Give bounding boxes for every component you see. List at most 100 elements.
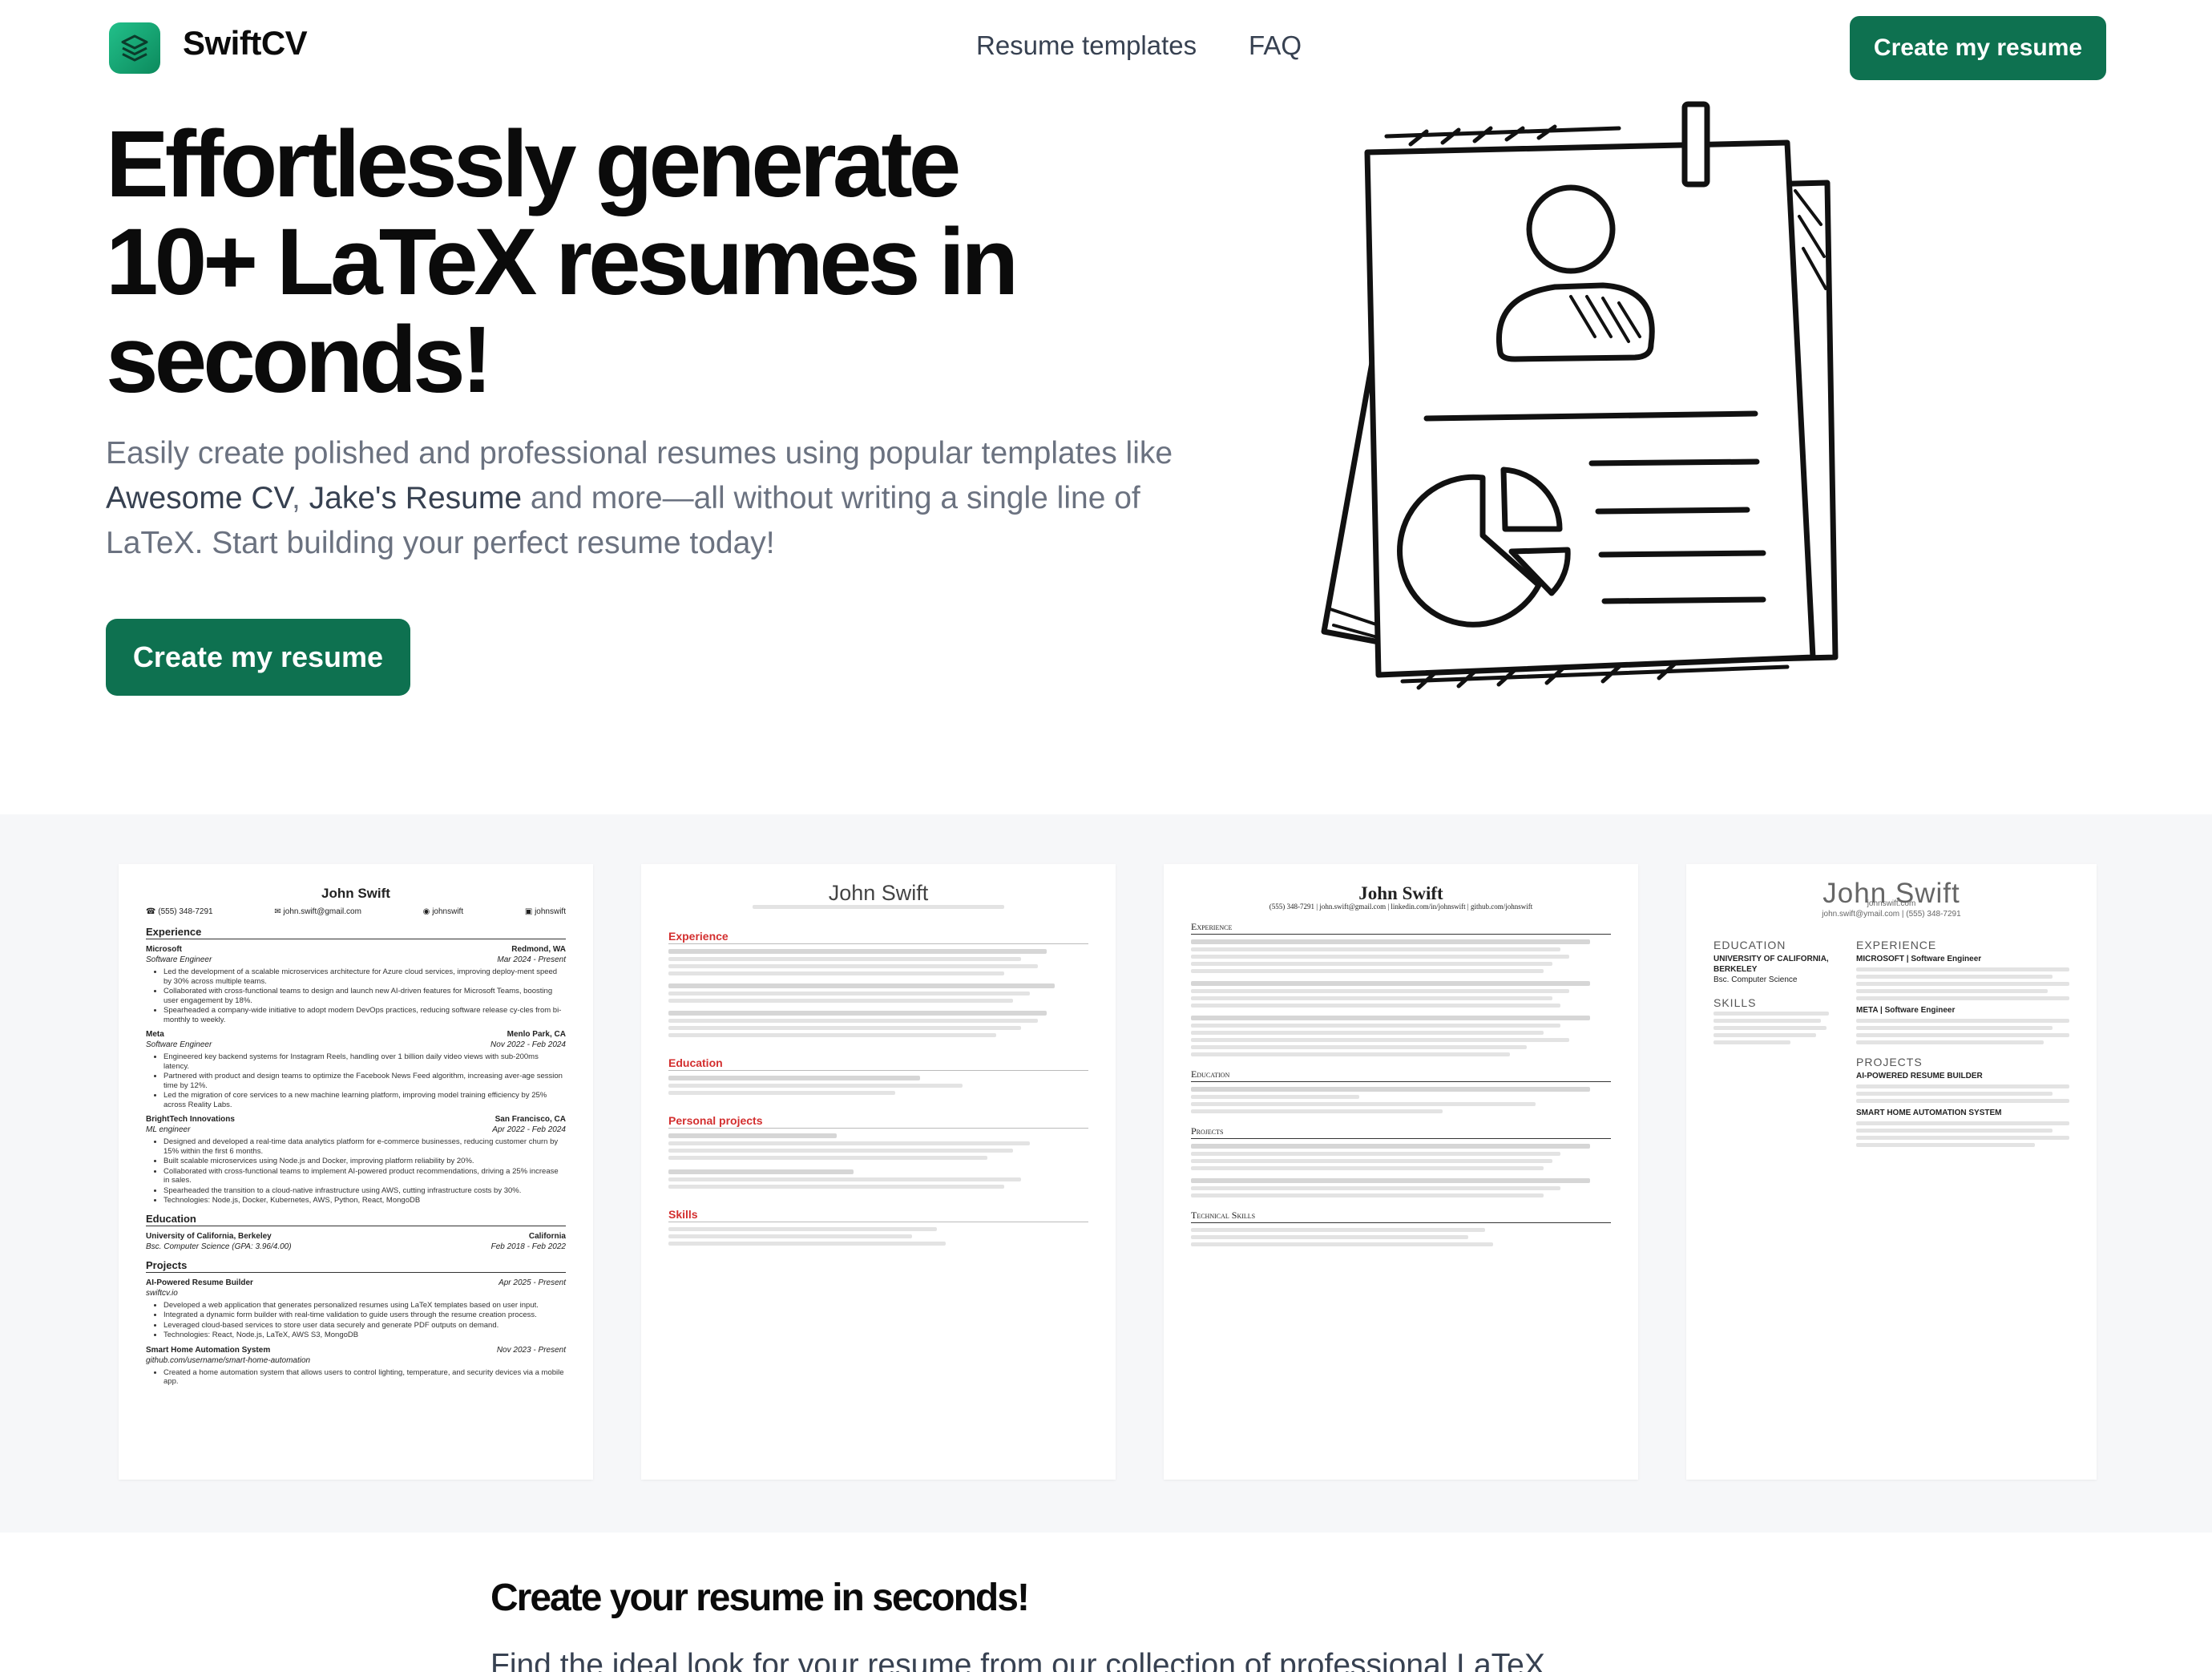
- text-placeholder: [1191, 996, 1552, 1000]
- text-line: [1588, 458, 1760, 466]
- job-bullets: Led the development of a scalable micros…: [163, 967, 566, 1024]
- template-card-classic[interactable]: John Swift (555) 348-7291 | john.swift@g…: [1164, 864, 1638, 1480]
- hero-title-line: 10+ LaTeX resumes in: [106, 209, 1019, 315]
- text-placeholder: [1191, 1159, 1552, 1163]
- text-placeholder: [1856, 1040, 2044, 1044]
- section-subtitle: Find the ideal look for your resume from…: [490, 1648, 1545, 1672]
- company-name: BrightTech Innovations: [146, 1115, 235, 1124]
- text-placeholder: [668, 1242, 946, 1246]
- text-placeholder: [1856, 1099, 2069, 1103]
- text-placeholder: [1191, 989, 1569, 993]
- resume-section-heading: Experience: [668, 931, 1088, 944]
- school-name: UNIVERSITY OF CALIFORNIA, BERKELEY: [1713, 955, 1829, 974]
- resume-contact-line: johnswift.com: [1867, 899, 1916, 908]
- resume-section-heading: Projects: [146, 1260, 566, 1273]
- hero-subtitle: Easily create polished and professional …: [106, 431, 1220, 566]
- text-placeholder: [1856, 1084, 2069, 1088]
- text-placeholder: [1191, 981, 1590, 986]
- job-company: Microsoft Redmond, WA: [146, 944, 566, 955]
- nav-link-resume-templates[interactable]: Resume templates: [976, 30, 1197, 61]
- job-bullets: Engineered key backend systems for Insta…: [163, 1052, 566, 1109]
- text-placeholder: [668, 1084, 963, 1088]
- text-placeholder: [1856, 1026, 2053, 1030]
- resume-section-heading: Personal projects: [668, 1115, 1088, 1129]
- job-location: Menlo Park, CA: [507, 1030, 566, 1039]
- text-placeholder: [1856, 1019, 2069, 1023]
- resume-section-heading: Education: [668, 1056, 1088, 1071]
- text-placeholder: [668, 971, 1005, 975]
- degree: Bsc. Computer Science (GPA: 3.96/4.00): [146, 1242, 292, 1251]
- text-placeholder: [1191, 1024, 1561, 1028]
- github-contact: ◉ johnswift: [422, 907, 464, 916]
- job-bullet: Designed and developed a real-time data …: [163, 1137, 566, 1156]
- text-placeholder: [1191, 1144, 1590, 1149]
- resume-name: John Swift: [1822, 878, 1960, 909]
- section-heading-text: Education: [668, 1056, 723, 1069]
- text-placeholder: [1856, 1143, 2036, 1147]
- text-placeholder: [668, 999, 1013, 1003]
- text-placeholder: [1191, 939, 1590, 944]
- project-row: AI-Powered Resume Builder Apr 2025 - Pres…: [146, 1278, 566, 1288]
- job-heading: MICROSOFT | Software Engineer: [1856, 955, 1982, 963]
- nav-create-resume-button[interactable]: Create my resume: [1850, 16, 2106, 80]
- project-dates: Apr 2025 - Present: [499, 1278, 566, 1287]
- project-bullets: Developed a web application that generat…: [163, 1301, 566, 1340]
- job-bullet: Engineered key backend systems for Insta…: [163, 1052, 566, 1071]
- text-placeholder: [668, 991, 1030, 996]
- brand-logo[interactable]: [109, 22, 160, 74]
- text-placeholder: [1713, 1012, 1829, 1016]
- text-placeholder: [668, 1156, 988, 1160]
- brand-name[interactable]: SwiftCV: [183, 24, 308, 63]
- template-card-awesome-cv[interactable]: John Swift Experience Education Personal: [641, 864, 1116, 1480]
- resume-section-heading: Projects: [1191, 1126, 1611, 1139]
- template-name-awesome-cv: Awesome CV: [106, 481, 292, 515]
- linkedin-text: johnswift: [535, 907, 566, 916]
- project-bullet: Developed a web application that generat…: [163, 1301, 566, 1311]
- text-placeholder: [1856, 1033, 2069, 1037]
- github-text: johnswift: [432, 907, 464, 916]
- project-bullet: Created a home automation system that al…: [163, 1368, 566, 1387]
- hatching: [1794, 189, 1827, 290]
- resume-columns: EDUCATION UNIVERSITY OF CALIFORNIA, BERK…: [1713, 934, 2069, 1150]
- job-bullet: Collaborated with cross-functional teams…: [163, 987, 566, 1005]
- template-card-modern[interactable]: John Swift johnswift.com john.swift@ymai…: [1686, 864, 2097, 1480]
- text-placeholder: [1191, 1178, 1590, 1183]
- text-placeholder: [1856, 1136, 2069, 1140]
- text-placeholder: [668, 1169, 854, 1174]
- text-placeholder: [668, 1026, 1022, 1030]
- job-title: Software Engineer: [146, 955, 212, 964]
- resume-section-heading: Education: [1191, 1069, 1611, 1082]
- project-dates: Nov 2023 - Present: [496, 1345, 566, 1355]
- resume-preview: John Swift johnswift.com john.swift@ymai…: [1686, 864, 2097, 1480]
- text-placeholder: [1191, 1235, 1468, 1239]
- resume-section-heading: Experience: [1191, 922, 1611, 935]
- job-location: Redmond, WA: [511, 945, 566, 954]
- hero-create-resume-button[interactable]: Create my resume: [106, 619, 410, 696]
- text-placeholder: [668, 949, 1047, 954]
- templates-showcase: John Swift ☎ (555) 348-7291 ✉ john.swift…: [0, 814, 2212, 1533]
- section-title: Create your resume in seconds!: [490, 1577, 1030, 1619]
- nav-link-faq[interactable]: FAQ: [1249, 30, 1302, 61]
- degree: Bsc. Computer Science: [1713, 975, 1798, 984]
- text-placeholder: [1856, 1121, 2069, 1125]
- text-placeholder: [1856, 967, 2069, 971]
- text-placeholder: [668, 1076, 921, 1080]
- project-row: Smart Home Automation System Nov 2023 - P…: [146, 1345, 566, 1355]
- resume-section-heading: Education: [146, 1214, 566, 1226]
- resume-section-heading: Experience: [146, 927, 566, 939]
- text-placeholder: [668, 1011, 1047, 1016]
- page: SwiftCV Resume templates FAQ Create my r…: [0, 0, 2212, 1672]
- text-placeholder: [1191, 962, 1552, 966]
- job-bullet: Partnered with product and design teams …: [163, 1072, 566, 1090]
- text-placeholder: [1191, 955, 1569, 959]
- template-card-jakes[interactable]: John Swift ☎ (555) 348-7291 ✉ john.swift…: [119, 864, 593, 1480]
- job-bullets: Designed and developed a real-time data …: [163, 1137, 566, 1206]
- main-sheet: [1364, 139, 1816, 678]
- text-placeholder: [668, 957, 1022, 961]
- resume-name: John Swift: [321, 886, 390, 901]
- contact-line-placeholder: [752, 905, 1005, 909]
- job-bullet: Spearheaded the transition to a cloud-na…: [163, 1186, 566, 1196]
- email-text: john.swift@gmail.com: [283, 907, 361, 916]
- text-placeholder: [1191, 1228, 1485, 1232]
- left-column: EDUCATION UNIVERSITY OF CALIFORNIA, BERK…: [1713, 934, 1842, 1150]
